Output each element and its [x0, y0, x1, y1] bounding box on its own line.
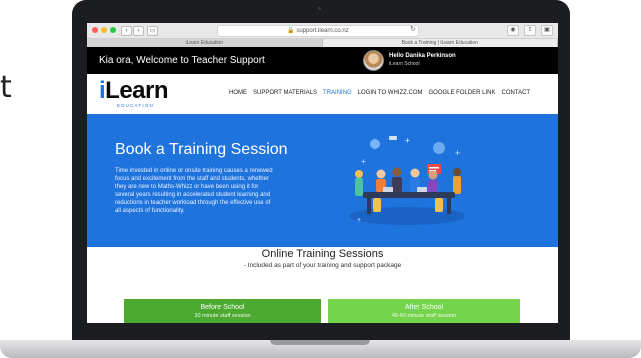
- user-greeting: Hello Danika Perkinson: [389, 53, 456, 59]
- ilearn-logo[interactable]: iLearn EDUCATION: [99, 79, 169, 109]
- nav-home[interactable]: HOME: [229, 90, 247, 96]
- tab-bar: iLearn Education Book a Training | iLear…: [87, 39, 558, 47]
- welcome-bar: Kia ora, Welcome to Teacher Support Hell…: [87, 47, 558, 74]
- user-avatar[interactable]: [363, 50, 384, 71]
- side-text: t: [0, 70, 12, 105]
- training-section-title: Online Training Sessions: [261, 248, 384, 260]
- hero-description: Time invested in online or onsite traini…: [115, 168, 273, 214]
- tab-book-training[interactable]: Book a Training | iLearn Education: [322, 39, 558, 47]
- main-nav: HOME SUPPORT MATERIALS TRAINING LOGIN TO…: [229, 90, 530, 96]
- laptop-base: [0, 340, 641, 358]
- card-subtitle: 45-60 minute staff session: [391, 313, 457, 319]
- maximize-window-button[interactable]: [110, 27, 116, 33]
- training-section-subtitle: - Included as part of your training and …: [243, 262, 402, 269]
- nav-google-folder-link[interactable]: GOOGLE FOLDER LINK: [428, 90, 495, 96]
- after-school-card[interactable]: After School 45-60 minute staff session: [328, 299, 520, 323]
- user-school: iLearn School: [389, 61, 420, 67]
- address-bar[interactable]: 🔒 support.ilearn.co.nz: [217, 25, 419, 37]
- welcome-text: Kia ora, Welcome to Teacher Support: [99, 55, 265, 66]
- page-title: Book a Training Session: [115, 141, 288, 158]
- nav-contact[interactable]: CONTACT: [502, 90, 531, 96]
- extension-icon[interactable]: ◉: [507, 25, 519, 36]
- hero-banner: Book a Training Session Time invested in…: [87, 114, 558, 247]
- reload-icon[interactable]: ↻: [410, 25, 416, 33]
- svg-text:+: +: [405, 136, 410, 145]
- nav-training[interactable]: TRAINING: [323, 90, 352, 96]
- camera-dot: [318, 7, 321, 10]
- tab-ilearn-education[interactable]: iLearn Education: [87, 39, 323, 47]
- sidebar-toggle-icon[interactable]: ▭: [147, 26, 158, 36]
- card-subtitle: 30 minute staff session: [194, 313, 251, 319]
- back-icon[interactable]: ‹: [121, 26, 132, 36]
- share-icon[interactable]: ⇧: [524, 25, 536, 36]
- nav-login-whizz[interactable]: LOGIN TO WHIZZ.COM: [358, 90, 423, 96]
- svg-text:+: +: [455, 148, 460, 158]
- minimize-window-button[interactable]: [101, 27, 107, 33]
- logo-subtitle: EDUCATION: [117, 103, 154, 108]
- site-header: iLearn EDUCATION HOME SUPPORT MATERIALS …: [87, 74, 558, 114]
- forward-icon[interactable]: ›: [133, 26, 144, 36]
- close-window-button[interactable]: [92, 27, 98, 33]
- browser-screen: ‹ › ▭ 🔒 support.ilearn.co.nz ↻ ◉ ⇧ ▣ iLe…: [87, 23, 558, 323]
- logo-main: Learn: [105, 77, 169, 104]
- laptop-notch: [270, 340, 370, 345]
- nav-support-materials[interactable]: SUPPORT MATERIALS: [253, 90, 317, 96]
- session-cards: Before School 30 minute staff session Af…: [124, 299, 520, 323]
- before-school-card[interactable]: Before School 30 minute staff session: [124, 299, 321, 323]
- browser-toolbar: ‹ › ▭ 🔒 support.ilearn.co.nz ↻ ◉ ⇧ ▣: [87, 23, 558, 39]
- meeting-illustration: + + + +: [349, 136, 465, 225]
- new-tab-icon[interactable]: ▣: [541, 25, 553, 36]
- url-text: support.ilearn.co.nz: [296, 28, 349, 34]
- svg-text:+: +: [357, 217, 361, 224]
- card-title: Before School: [200, 304, 245, 311]
- svg-text:+: +: [361, 157, 366, 166]
- card-title: After School: [404, 304, 444, 311]
